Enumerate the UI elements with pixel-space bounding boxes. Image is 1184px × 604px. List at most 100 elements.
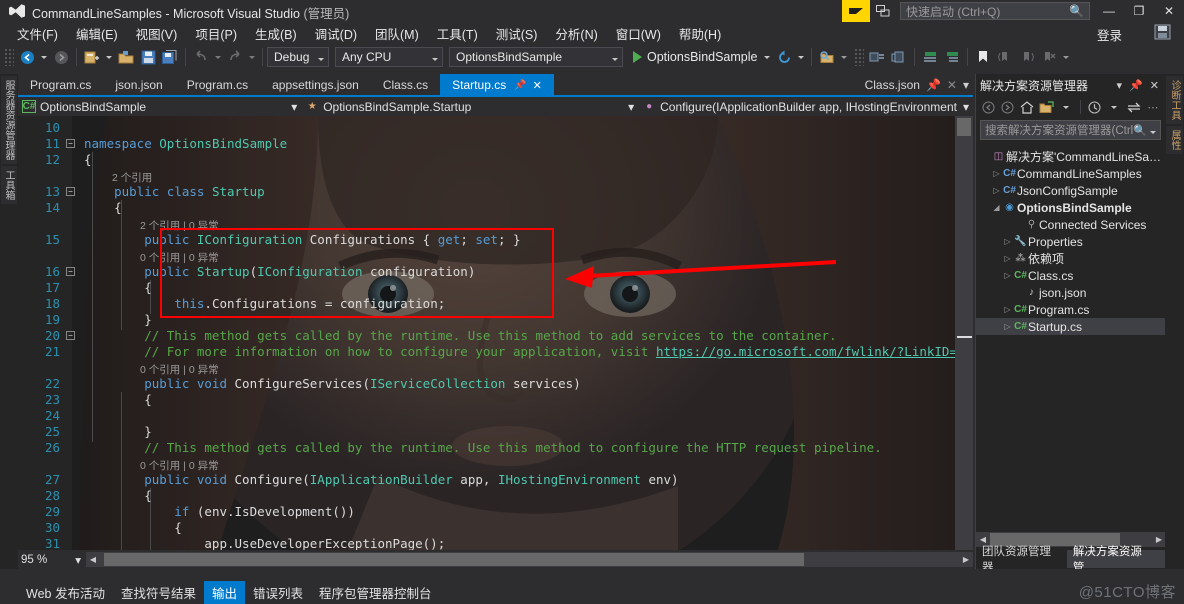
tree-item-json-json[interactable]: ♪ json.json [976,284,1166,301]
show-all-files-icon[interactable] [1038,98,1054,116]
close-button[interactable]: ✕ [1154,0,1184,22]
doc-tab-class-cs[interactable]: Class.cs [371,74,440,96]
save-icon[interactable] [137,46,159,68]
code-line[interactable]: { [84,488,152,503]
tree-item--[interactable]: ▷ ⁂ 依赖项 [976,250,1166,267]
scroll-left-icon[interactable]: ◀ [86,555,100,564]
menu-item-project[interactable]: 项目(P) [186,22,246,45]
tab-solution-explorer[interactable]: 解决方案资源管... [1066,546,1166,574]
chevron-down-icon-right[interactable]: ▾ [963,78,969,92]
bottom-tab-error-list[interactable]: 错误列表 [245,581,311,604]
doc-tab-program-cs-1[interactable]: Program.cs [18,74,103,96]
code-line[interactable]: { [84,520,182,535]
doc-tab-json-json[interactable]: json.json [103,74,174,96]
tree-item-connected-services[interactable]: ⚲ Connected Services [976,216,1166,233]
solution-tree[interactable]: ◫ 解决方案'CommandLineSampl ▷ C# CommandLineSamp… [976,148,1166,530]
open-file-icon[interactable] [115,46,137,68]
refresh-icon[interactable] [773,46,795,68]
code-line[interactable]: { [84,392,152,407]
tree-item-program-cs[interactable]: ▷ C# Program.cs [976,301,1166,318]
undo-icon[interactable] [190,46,212,68]
close-icon[interactable]: ✕ [533,79,542,92]
editor-vertical-scrollbar[interactable] [955,116,973,550]
bottom-tab-find-symbol[interactable]: 查找符号结果 [113,581,204,604]
code-line[interactable]: public void Configure(IApplicationBuilde… [84,472,678,487]
bookmark-icon[interactable] [972,46,994,68]
tree-item-jsonconfigsample[interactable]: ▷ C# JsonConfigSample [976,182,1166,199]
codelens-hint[interactable]: 0 个引用 | 0 异常 [140,458,219,473]
start-debug-caret-icon[interactable] [761,46,773,68]
indent-icon[interactable] [941,46,963,68]
toolbar-overflow-icon[interactable] [1060,46,1072,68]
properties-overflow-icon[interactable]: ⋯ [1145,98,1161,116]
menu-item-help[interactable]: 帮助(H) [670,22,730,45]
doc-tab-program-cs-2[interactable]: Program.cs [175,74,260,96]
code-line[interactable]: public void ConfigureServices(IServiceCo… [84,376,581,391]
pending-changes-caret-icon[interactable] [1106,98,1122,116]
save-all-icon[interactable] [1154,24,1172,40]
comment-selection-icon[interactable] [866,46,888,68]
menu-item-edit[interactable]: 编辑(E) [67,22,127,45]
horizontal-scroll-thumb[interactable] [104,553,804,566]
expander-icon[interactable]: ▷ [1002,271,1013,280]
code-line[interactable]: namespace OptionsBindSample [84,136,287,151]
navigate-forward-icon[interactable] [50,46,72,68]
code-line[interactable]: { [84,280,152,295]
scroll-right-icon[interactable]: ▶ [959,555,973,564]
toolbar-grip[interactable] [4,48,14,66]
startup-project-select[interactable]: OptionsBindSample [449,47,623,67]
fold-toggle-icon[interactable]: − [66,267,75,276]
code-line[interactable]: // This method gets called by the runtim… [84,328,836,343]
show-all-files-caret-icon[interactable] [1057,98,1073,116]
panel-dropdown-icon[interactable]: ▾ [1117,79,1123,92]
navigate-back-caret-icon[interactable] [38,46,50,68]
fold-toggle-icon[interactable]: − [66,331,75,340]
tree-item-class-cs[interactable]: ▷ C# Class.cs [976,267,1166,284]
tree-item-commandlinesamples[interactable]: ▷ C# CommandLineSamples [976,165,1166,182]
expander-icon[interactable]: ▷ [1002,237,1013,246]
feedback-icon[interactable] [870,0,896,22]
tab-team-explorer[interactable]: 团队资源管理器 [976,546,1066,574]
pending-changes-icon[interactable] [1087,98,1103,116]
editor-horizontal-scrollbar[interactable]: ◀ ▶ [86,552,973,567]
expander-icon[interactable]: ◢ [991,203,1002,212]
undo-caret-icon[interactable] [212,46,224,68]
code-line[interactable]: } [84,424,152,439]
doc-tab-class-json-label[interactable]: Class.json [865,78,920,92]
uncomment-selection-icon[interactable] [888,46,910,68]
clear-bookmarks-icon[interactable] [1038,46,1060,68]
minimize-button[interactable]: — [1094,0,1124,22]
menu-item-build[interactable]: 生成(B) [246,22,306,45]
tree-item--commandlinesampl[interactable]: ◫ 解决方案'CommandLineSampl [976,148,1166,165]
nav-member-select[interactable]: ● Configure(IApplicationBuilder app, IHo… [638,98,973,115]
find-overflow-icon[interactable] [838,46,850,68]
tree-item-properties[interactable]: ▷ 🔧 Properties [976,233,1166,250]
tree-item-startup-cs[interactable]: ▷ C# Startup.cs [976,318,1166,335]
codelens-hint[interactable]: 2 个引用 [112,170,152,185]
code-line[interactable]: // For more information on how to config… [84,344,964,359]
expander-icon[interactable]: ▷ [991,186,1002,195]
pin-icon[interactable]: 📌 [1129,79,1143,92]
doc-tab-startup-cs[interactable]: Startup.cs 📌 ✕ [440,74,554,96]
pin-icon[interactable]: 📌 [514,80,526,91]
restore-button[interactable]: ❐ [1124,0,1154,22]
editor-scroll-thumb[interactable] [957,118,971,136]
previous-bookmark-icon[interactable] [994,46,1016,68]
menu-item-test[interactable]: 测试(S) [487,22,547,45]
outdent-icon[interactable] [919,46,941,68]
tree-item-optionsbindsample[interactable]: ◢ ◉ OptionsBindSample [976,199,1166,216]
menu-item-analyze[interactable]: 分析(N) [546,22,606,45]
zoom-level-select[interactable]: 95 % ▾ [18,551,84,568]
close-icon-right[interactable]: ✕ [947,78,957,92]
pin-icon-right[interactable]: 📌 [926,78,941,92]
expander-icon[interactable]: ▷ [1002,322,1013,331]
back-icon[interactable] [980,98,996,116]
build-configuration-select[interactable]: Debug [267,47,329,67]
new-project-caret-icon[interactable] [103,46,115,68]
code-line[interactable]: { [84,152,92,167]
bottom-tab-output[interactable]: 输出 [203,581,245,604]
toolbar-grip-2[interactable] [854,48,865,66]
doc-tab-appsettings-json[interactable]: appsettings.json [260,74,371,96]
chevron-down-icon[interactable] [1150,123,1156,137]
fold-toggle-icon[interactable]: − [66,187,75,196]
